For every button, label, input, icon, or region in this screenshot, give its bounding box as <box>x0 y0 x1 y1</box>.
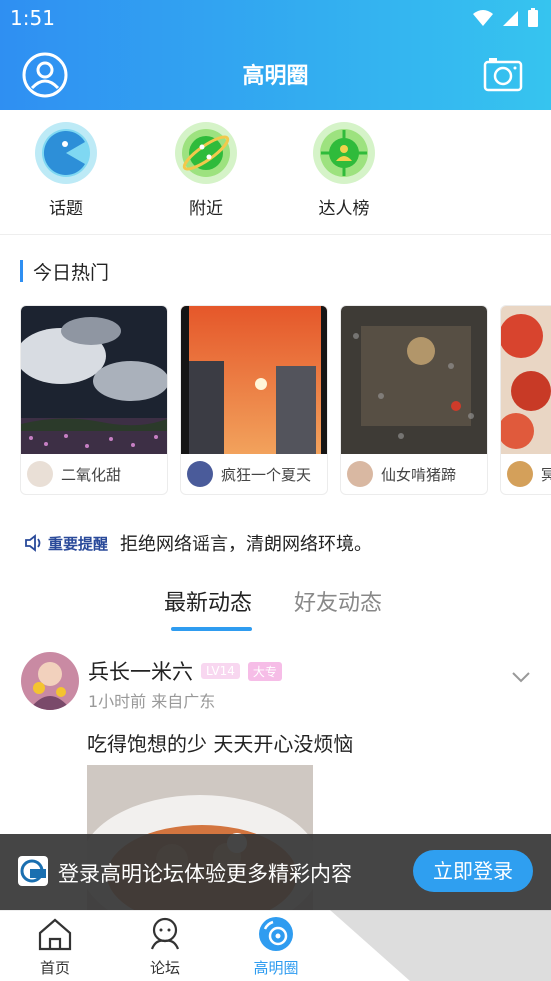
quick-entry-nearby[interactable]: 附近 <box>161 122 251 219</box>
chevron-down-icon <box>512 672 530 683</box>
signal-icon <box>503 11 518 26</box>
feed-tabs: 最新动态 好友动态 <box>0 585 551 635</box>
hot-card-author: 仙女啃猪蹄 <box>381 465 457 484</box>
avatar <box>347 461 373 487</box>
post-menu-button[interactable] <box>511 668 531 687</box>
avatar[interactable] <box>21 652 79 710</box>
avatar <box>187 461 213 487</box>
status-time: 1:51 <box>10 6 55 30</box>
camera-icon <box>483 58 523 92</box>
hot-card-meta: 冥 <box>501 454 551 494</box>
active-tab-indicator <box>171 627 252 631</box>
education-badge: 大专 <box>247 661 282 681</box>
status-icons <box>473 8 539 28</box>
hot-card[interactable]: 二氧化甜 <box>20 305 168 495</box>
hot-card-meta: 仙女啃猪蹄 <box>341 454 487 494</box>
notice-tag: 重要提醒 <box>48 534 109 553</box>
hot-card-meta: 疯狂一个夏天 <box>181 454 327 494</box>
tab-friends[interactable]: 好友动态 <box>294 585 382 617</box>
level-badge: LV14 <box>201 663 240 679</box>
avatar <box>27 461 53 487</box>
hot-card-meta: 二氧化甜 <box>21 454 167 494</box>
quick-entry-ranking[interactable]: 达人榜 <box>299 122 389 219</box>
target-user-icon <box>313 122 375 184</box>
quick-entries: 话题 附近 达人榜 <box>0 122 551 232</box>
speaker-icon <box>25 534 41 552</box>
planet-icon <box>175 122 237 184</box>
notice-bar[interactable]: 重要提醒 拒绝网络谣言，清朗网络环境。 <box>24 530 372 556</box>
post-text: 吃得饱想的少 天天开心没烦恼 <box>87 732 354 756</box>
post-username[interactable]: 兵长一米六 <box>88 656 193 686</box>
wifi-icon <box>473 10 493 26</box>
hot-card-author: 冥 <box>541 464 551 485</box>
hot-card-image <box>501 306 551 454</box>
hot-card-author: 疯狂一个夏天 <box>221 465 312 484</box>
divider <box>0 234 551 235</box>
tab-latest[interactable]: 最新动态 <box>164 585 252 617</box>
hot-card-author: 二氧化甜 <box>61 465 122 484</box>
section-title: 今日热门 <box>33 261 110 284</box>
app-header: 1:51 高明圈 <box>0 0 551 110</box>
hot-card-image <box>181 306 327 454</box>
hot-card[interactable]: 冥 <box>500 305 551 495</box>
hot-section-header: 今日热门 <box>20 259 110 284</box>
battery-icon <box>528 8 538 27</box>
topic-icon <box>35 122 97 184</box>
avatar <box>507 461 533 487</box>
quick-entry-label: 附近 <box>189 199 223 219</box>
page-title: 高明圈 <box>242 64 309 89</box>
hot-card-list: 二氧化甜 疯狂一个夏天 仙女啃猪蹄 <box>20 305 551 497</box>
hot-card[interactable]: 仙女啃猪蹄 <box>340 305 488 495</box>
quick-entry-topic[interactable]: 话题 <box>21 122 111 219</box>
hot-card-image <box>341 306 487 454</box>
hot-card[interactable]: 疯狂一个夏天 <box>180 305 328 495</box>
quick-entry-label: 话题 <box>49 199 83 219</box>
camera-button[interactable] <box>483 56 523 92</box>
hot-card-image <box>21 306 167 454</box>
section-accent-bar <box>20 260 23 282</box>
post-user-row: 兵长一米六 LV14 大专 <box>88 656 290 686</box>
notice-text: 拒绝网络谣言，清朗网络环境。 <box>120 534 373 555</box>
quick-entry-label: 达人榜 <box>318 199 370 219</box>
corner-shadow <box>330 910 551 981</box>
post-meta: 1小时前 来自广东 <box>88 692 216 711</box>
